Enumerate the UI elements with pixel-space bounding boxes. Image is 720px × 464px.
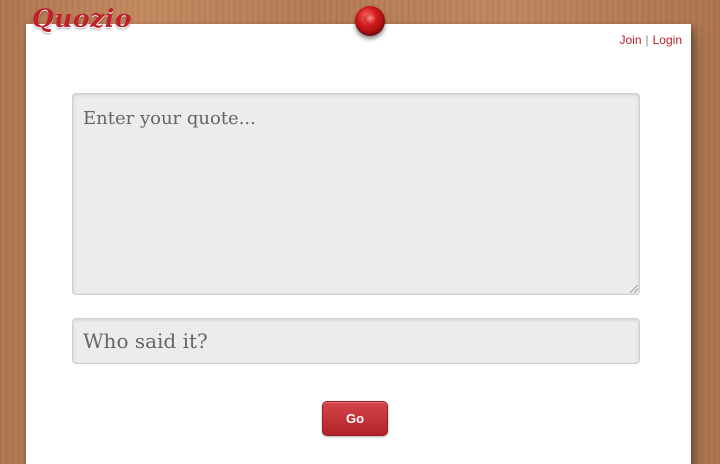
pushpin-icon xyxy=(355,6,385,36)
go-button[interactable]: Go xyxy=(322,401,388,436)
login-link[interactable]: Login xyxy=(653,33,682,47)
resize-grip-icon[interactable] xyxy=(630,285,638,293)
quote-input[interactable] xyxy=(72,93,640,295)
author-input[interactable] xyxy=(72,318,640,364)
join-link[interactable]: Join xyxy=(619,33,641,47)
auth-separator: | xyxy=(645,33,649,47)
quozio-logo[interactable]: Quozio xyxy=(32,4,132,33)
auth-links: Join | Login xyxy=(619,33,682,47)
